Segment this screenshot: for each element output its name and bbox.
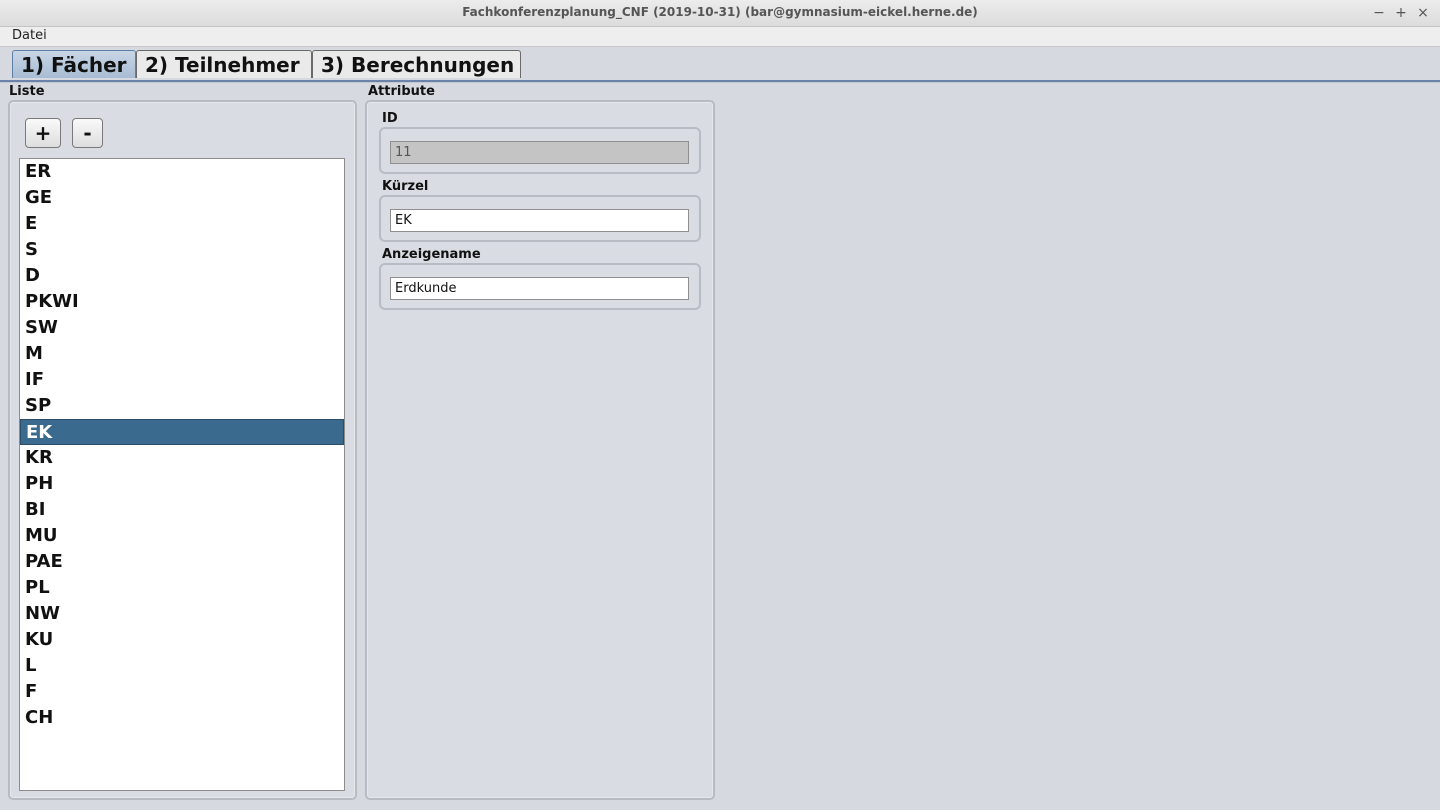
list-item[interactable]: PAE [20,549,344,575]
menu-datei[interactable]: Datei [12,28,47,43]
menu-bar: Datei [0,27,1440,47]
list-item[interactable]: E [20,211,344,237]
list-item[interactable]: BI [20,497,344,523]
remove-button[interactable]: - [72,118,103,148]
list-item[interactable]: S [20,237,344,263]
tab-berechnungen[interactable]: 3) Berechnungen [312,50,521,78]
id-label: ID [382,111,398,126]
list-panel-title: Liste [9,84,45,99]
list-item[interactable]: IF [20,367,344,393]
list-item[interactable]: KU [20,627,344,653]
maximize-icon[interactable]: + [1392,4,1410,22]
close-icon[interactable]: × [1414,4,1432,22]
list-item[interactable]: L [20,653,344,679]
list-item[interactable]: CH [20,705,344,731]
attributes-panel-title: Attribute [368,84,435,99]
kuerzel-label: Kürzel [382,179,429,194]
tab-teilnehmer[interactable]: 2) Teilnehmer [136,50,312,78]
list-item[interactable]: MU [20,523,344,549]
list-item[interactable]: PL [20,575,344,601]
list-item[interactable]: EK [20,419,344,445]
list-item[interactable]: F [20,679,344,705]
list-item[interactable]: GE [20,185,344,211]
anzeigename-label: Anzeigename [382,247,481,262]
title-bar: Fachkonferenzplanung_CNF (2019-10-31) (b… [0,0,1440,27]
list-item[interactable]: M [20,341,344,367]
tab-faecher[interactable]: 1) Fächer [12,50,136,78]
minimize-icon[interactable]: − [1370,4,1388,22]
list-item[interactable]: PKWI [20,289,344,315]
subject-list[interactable]: ER GE E S D PKWI SW M IF SP EK KR PH BI MU PAE PL NW KU L F C… [19,158,345,791]
list-item[interactable]: SW [20,315,344,341]
kuerzel-field[interactable] [390,209,689,232]
tab-divider [0,80,1440,83]
list-item[interactable]: PH [20,471,344,497]
window-title: Fachkonferenzplanung_CNF (2019-10-31) (b… [462,5,978,19]
list-item[interactable]: D [20,263,344,289]
list-item[interactable]: KR [20,445,344,471]
list-item[interactable]: ER [20,159,344,185]
list-item[interactable]: SP [20,393,344,419]
add-button[interactable]: + [25,118,61,148]
anzeigename-field[interactable] [390,277,689,300]
id-field [390,141,689,164]
list-item[interactable]: NW [20,601,344,627]
